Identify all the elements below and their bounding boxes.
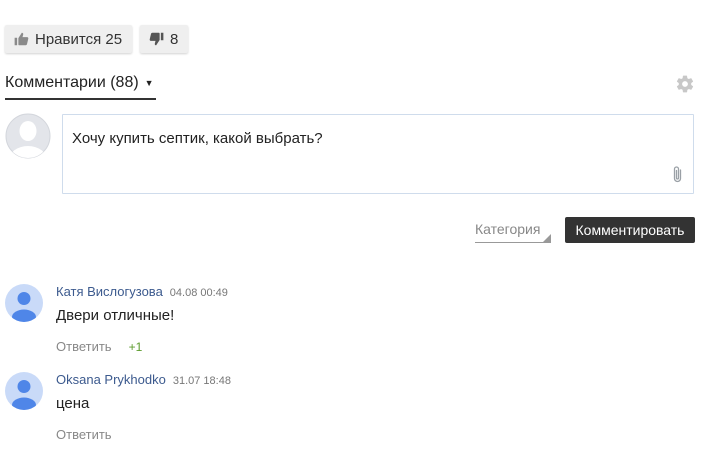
comment-text: цена [56, 395, 90, 412]
comments-header: Комментарии (88) ▼ [5, 74, 695, 100]
comment-input[interactable]: Хочу купить септик, какой выбрать? [62, 114, 694, 194]
comment-score: +1 [128, 339, 143, 354]
comment-timestamp: 31.07 18:48 [172, 375, 231, 387]
dislike-count: 8 [170, 30, 179, 48]
comment-body: Катя Вислогузова 04.08 00:49 Двери отлич… [56, 284, 228, 354]
comment-meta: Oksana Prykhodko 31.07 18:48 [56, 372, 231, 388]
like-count: Нравится 25 [35, 30, 123, 48]
comment-author-link[interactable]: Oksana Prykhodko [56, 372, 166, 387]
category-label: Категория [475, 221, 541, 237]
dislike-button[interactable]: 8 [140, 25, 189, 53]
comments-tab-label: Комментарии (88) [5, 74, 139, 91]
thumbs-up-icon [14, 32, 29, 46]
comment-body: Oksana Prykhodko 31.07 18:48 цена Ответи… [56, 372, 231, 442]
submit-comment-button[interactable]: Комментировать [565, 217, 695, 243]
comments-sort-dropdown[interactable]: Комментарии (88) ▼ [5, 74, 156, 100]
comment-meta: Катя Вислогузова 04.08 00:49 [56, 284, 228, 300]
comment-author-link[interactable]: Катя Вислогузова [56, 284, 163, 299]
gear-icon[interactable] [675, 74, 695, 94]
user-avatar-icon [5, 284, 43, 322]
comment-input-text: Хочу купить септик, какой выбрать? [72, 130, 323, 147]
reply-link[interactable]: Ответить [56, 339, 112, 354]
corner-arrow-icon [543, 234, 551, 242]
comment-text: Двери отличные! [56, 307, 175, 324]
like-button[interactable]: Нравится 25 [5, 25, 133, 53]
reaction-bar: Нравится 25 8 [5, 25, 189, 53]
comment-actions: Ответить [56, 427, 231, 442]
comment-timestamp: 04.08 00:49 [169, 287, 228, 299]
caret-down-icon: ▼ [144, 78, 154, 88]
comment-compose: Хочу купить септик, какой выбрать? [5, 113, 695, 195]
category-select[interactable]: Категория [475, 217, 551, 243]
comment-actions: Ответить +1 [56, 339, 228, 354]
compose-actions: Категория Комментировать [0, 217, 701, 243]
paperclip-icon[interactable] [671, 165, 684, 184]
user-avatar-icon [5, 113, 51, 159]
thumbs-down-icon [149, 32, 164, 46]
user-avatar-icon [5, 372, 43, 410]
reply-link[interactable]: Ответить [56, 427, 112, 442]
